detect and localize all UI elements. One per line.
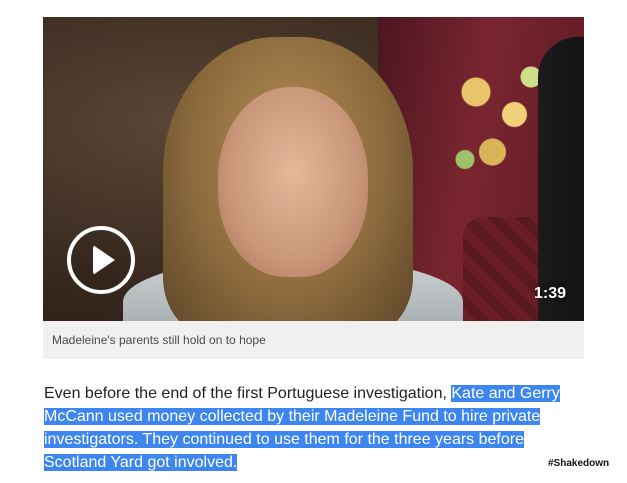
play-icon [93,245,115,275]
video-player[interactable]: 1:39 [43,17,584,321]
video-card: 1:39 Madeleine's parents still hold on t… [43,17,584,359]
hashtag-label[interactable]: #Shakedown [548,458,609,469]
play-button[interactable] [67,226,135,294]
article-paragraph: Even before the end of the first Portugu… [44,382,584,474]
video-duration: 1:39 [533,285,566,302]
video-thumbnail-flowers [443,47,553,197]
video-thumbnail-person [538,37,584,321]
video-caption: Madeleine's parents still hold on to hop… [52,333,266,347]
article-text-plain: Even before the end of the first Portugu… [44,385,452,402]
video-thumbnail-face [218,87,368,277]
